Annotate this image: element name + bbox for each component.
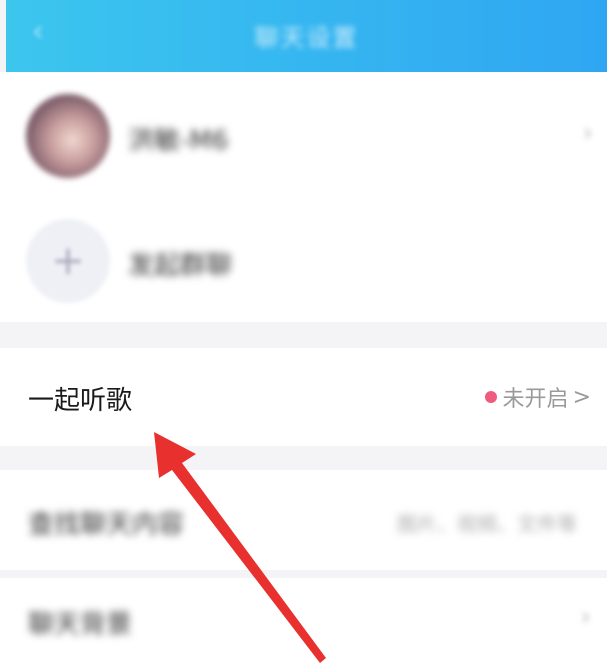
annotation-arrow [154,432,326,663]
